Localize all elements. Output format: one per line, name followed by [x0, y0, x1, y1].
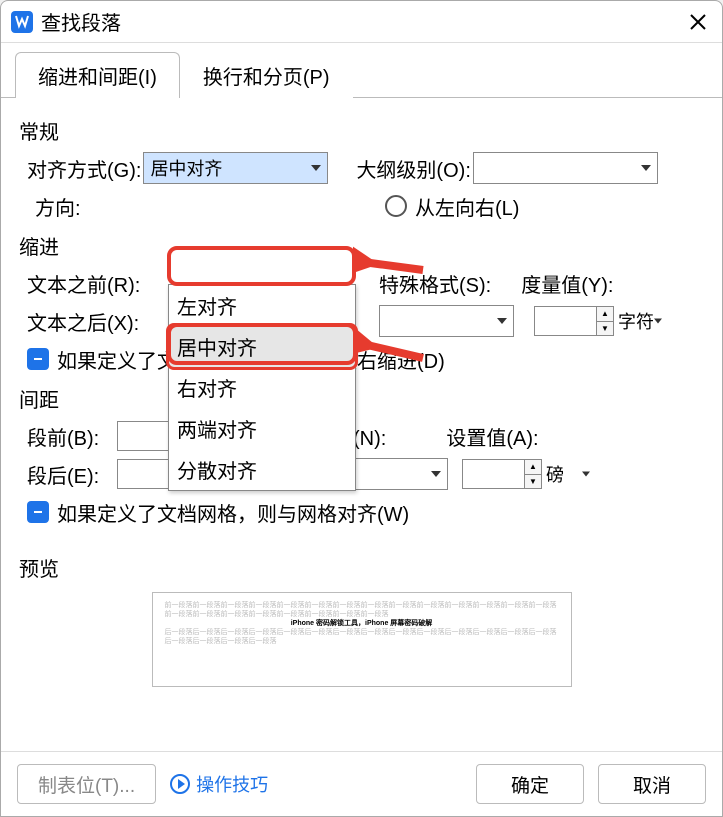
align-option-center[interactable]: 居中对齐 [166, 323, 358, 370]
pt-unit-combo[interactable]: 磅 [546, 459, 590, 489]
preview-after: 后一段落后一段落后一段落后一段落后一段落后一段落后一段落后一段落后一段落后一段落… [165, 628, 559, 646]
preview-sample: iPhone 密码解锁工具，iPhone 屏幕密码破解 [291, 620, 433, 627]
setvalue-spin[interactable]: ▲▼ [524, 459, 542, 489]
tips-label: 操作技巧 [196, 771, 268, 797]
preview-box: 前一段落前一段落前一段落前一段落前一段落前一段落前一段落前一段落前一段落前一段落… [152, 592, 572, 687]
align-label: 对齐方式(G): [27, 154, 141, 183]
align-option-left[interactable]: 左对齐 [169, 285, 355, 326]
align-option-justify[interactable]: 两端对齐 [169, 408, 355, 449]
setvalue-spinner[interactable]: ▲▼ [462, 458, 542, 490]
tab-bar: 缩进和间距(I) 换行和分页(P) [1, 51, 722, 98]
snap-grid-checkbox[interactable] [27, 501, 49, 523]
play-icon [170, 774, 190, 794]
auto-indent-checkbox[interactable] [27, 348, 49, 370]
tab-indent-spacing[interactable]: 缩进和间距(I) [15, 52, 180, 98]
outline-label: 大纲级别(O): [356, 154, 470, 183]
dialog-footer: 制表位(T)... 操作技巧 确定 取消 [1, 751, 722, 816]
dialog-content: 常规 对齐方式(G): 居中对齐 大纲级别(O): 方向: 从左向右(L) 缩进… [1, 98, 722, 751]
align-option-right[interactable]: 右对齐 [169, 367, 355, 408]
close-button[interactable] [684, 8, 712, 36]
measure-input[interactable] [534, 306, 596, 336]
align-dropdown-list: 左对齐 居中对齐 右对齐 两端对齐 分散对齐 [168, 284, 356, 491]
tips-link[interactable]: 操作技巧 [170, 771, 268, 797]
preview-before: 前一段落前一段落前一段落前一段落前一段落前一段落前一段落前一段落前一段落前一段落… [165, 601, 559, 619]
outline-combo[interactable] [473, 152, 658, 184]
section-indent: 缩进 [19, 231, 704, 260]
measure-spinner[interactable]: ▲▼ [534, 305, 614, 337]
measure-label: 度量值(Y): [521, 269, 613, 298]
text-after-label: 文本之后(X): [27, 307, 159, 336]
special-format-combo[interactable] [379, 305, 514, 337]
text-before-label: 文本之前(R): [27, 269, 159, 298]
direction-label: 方向: [27, 192, 85, 221]
align-combo[interactable]: 居中对齐 [143, 152, 328, 184]
paragraph-dialog: 查找段落 缩进和间距(I) 换行和分页(P) 常规 对齐方式(G): 居中对齐 … [0, 0, 723, 817]
space-before-label: 段前(B): [27, 422, 117, 451]
section-preview: 预览 [19, 553, 704, 582]
tab-line-page-break[interactable]: 换行和分页(P) [180, 52, 353, 98]
setvalue-label: 设置值(A): [446, 422, 538, 451]
titlebar: 查找段落 [1, 1, 722, 43]
align-combo-value: 居中对齐 [150, 155, 222, 181]
special-format-label: 特殊格式(S): [379, 269, 491, 298]
setvalue-input[interactable] [462, 459, 524, 489]
measure-spin-buttons[interactable]: ▲▼ [596, 306, 614, 336]
cancel-button[interactable]: 取消 [598, 764, 706, 804]
ltr-label: 从左向右(L) [415, 192, 519, 221]
section-general: 常规 [19, 116, 704, 145]
space-after-label: 段后(E): [27, 460, 117, 489]
tabstops-button[interactable]: 制表位(T)... [17, 764, 156, 804]
char-unit-combo[interactable]: 字符 [618, 306, 662, 336]
snap-grid-label: 如果定义了文档网格，则与网格对齐(W) [57, 498, 409, 527]
app-icon [11, 11, 33, 33]
ltr-radio[interactable] [385, 195, 407, 217]
dialog-title: 查找段落 [41, 7, 121, 36]
section-spacing: 间距 [19, 384, 704, 413]
ok-button[interactable]: 确定 [476, 764, 584, 804]
align-option-distribute[interactable]: 分散对齐 [169, 449, 355, 490]
